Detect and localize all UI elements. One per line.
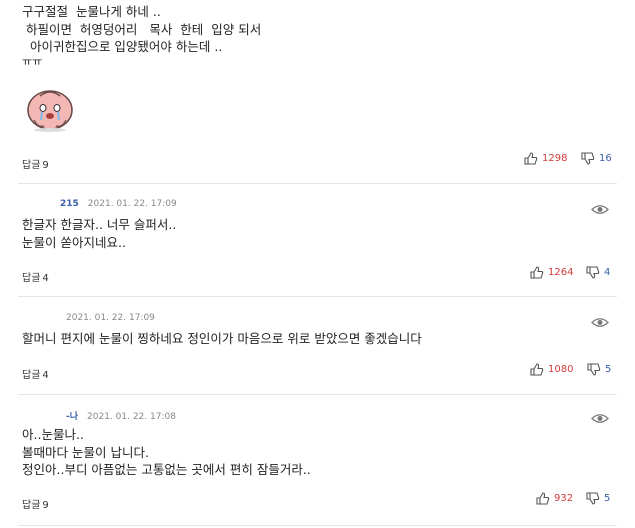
comment-4-line-2: 볼때마다 눈물이 납니다. — [22, 444, 149, 460]
reply-count: 4 — [42, 370, 49, 381]
thumbs-up-icon — [530, 363, 548, 376]
dislike-count: 16 — [599, 153, 612, 164]
comment-2-line-2: 눈물이 쏟아지네요.. — [22, 234, 126, 250]
thumbs-up-icon — [524, 152, 542, 165]
comment-1-line-3: 아이귀한집으로 입양됐어야 하는데 .. — [22, 39, 223, 54]
comment-2-dislike-button[interactable]: 4 — [586, 266, 610, 279]
like-count: 932 — [554, 493, 574, 504]
comment-3-reply-button[interactable]: 답글 4 — [22, 366, 49, 381]
thumbs-down-icon — [586, 266, 604, 279]
comment-4-line-3: 정인아..부디 아픔없는 고통없는 곳에서 편히 잠들거라.. — [22, 462, 311, 477]
comment-1-dislike-button[interactable]: 16 — [581, 152, 612, 165]
comment-3-line-1: 할머니 편지에 눈물이 찡하네요 정인이가 마음으로 위로 받았으면 좋겠습니다 — [22, 331, 422, 346]
comment-4-like-button[interactable]: 932 — [536, 492, 573, 505]
like-count: 1264 — [548, 267, 574, 278]
comment-3-time: 2021. 01. 22. 17:09 — [66, 313, 155, 323]
comment-2-like-button[interactable]: 1264 — [530, 266, 573, 279]
comment-3-meta: 2021. 01. 22. 17:09 — [57, 313, 155, 323]
eye-icon[interactable] — [591, 200, 609, 219]
divider — [18, 525, 617, 526]
thumbs-down-icon — [587, 363, 605, 376]
comment-1-text: 구구절절 눈물나게 하네 .. 하필이면 허영덩어리 목사 한테 입양 되서 아… — [22, 3, 261, 68]
reply-label: 답글 — [22, 500, 41, 511]
comment-1-line-1: 구구절절 눈물나게 하네 .. — [22, 4, 161, 19]
crying-peach-sticker-icon — [22, 82, 78, 134]
like-count: 1080 — [548, 364, 574, 375]
comment-3-dislike-button[interactable]: 5 — [587, 363, 611, 376]
comment-2-nickname[interactable]: 215 — [60, 199, 79, 209]
reply-label: 답글 — [22, 273, 41, 284]
comment-1: 구구절절 눈물나게 하네 .. 하필이면 허영덩어리 목사 한테 입양 되서 아… — [0, 0, 635, 180]
thumbs-down-icon — [586, 492, 604, 505]
comment-1-reply-button[interactable]: 답글 9 — [22, 156, 49, 171]
comment-2-time: 2021. 01. 22. 17:09 — [87, 199, 177, 209]
comment-4-reply-button[interactable]: 답글 9 — [22, 496, 49, 511]
like-count: 1298 — [542, 153, 568, 164]
comment-3-text: 할머니 편지에 눈물이 찡하네요 정인이가 마음으로 위로 받았으면 좋겠습니다 — [22, 330, 422, 348]
comment-1-line-4: ㅠㅠ — [22, 54, 43, 68]
comment-3-like-button[interactable]: 1080 — [530, 363, 573, 376]
comment-4-meta: -나 2021. 01. 22. 17:08 — [66, 409, 176, 422]
reply-label: 답글 — [22, 370, 41, 381]
dislike-count: 5 — [605, 364, 612, 375]
dislike-count: 5 — [604, 493, 611, 504]
comment-4-time: 2021. 01. 22. 17:08 — [87, 412, 176, 422]
comment-4-text: 아..눈물나.. 볼때마다 눈물이 납니다. 정인아..부디 아픔없는 고통없는… — [22, 426, 311, 479]
comment-3: 2021. 01. 22. 17:09 할머니 편지에 눈물이 찡하네요 정인이… — [0, 297, 635, 394]
comment-2-meta: 215 2021. 01. 22. 17:09 — [60, 199, 177, 209]
comment-2-reply-button[interactable]: 답글 4 — [22, 269, 49, 284]
comment-2-text: 한글자 한글자.. 너무 슬퍼서.. 눈물이 쏟아지네요.. — [22, 216, 176, 251]
comment-2-line-1: 한글자 한글자.. 너무 슬퍼서.. — [22, 217, 177, 232]
eye-icon[interactable] — [591, 313, 609, 332]
thumbs-up-icon — [530, 266, 548, 279]
reply-count: 9 — [42, 160, 49, 171]
reply-count: 4 — [42, 273, 49, 284]
comment-1-like-button[interactable]: 1298 — [524, 152, 567, 165]
comment-4-nickname[interactable]: -나 — [66, 412, 78, 422]
comment-4: -나 2021. 01. 22. 17:08 아..눈물나.. 볼때마다 눈물이 … — [0, 395, 635, 528]
comment-2: 215 2021. 01. 22. 17:09 한글자 한글자.. 너무 슬퍼서.… — [0, 184, 635, 296]
reply-label: 답글 — [22, 160, 41, 171]
reply-count: 9 — [42, 500, 49, 511]
thumbs-up-icon — [536, 492, 554, 505]
comment-4-dislike-button[interactable]: 5 — [586, 492, 610, 505]
dislike-count: 4 — [604, 267, 611, 278]
comment-1-line-2: 하필이면 허영덩어리 목사 한테 입양 되서 — [22, 21, 262, 37]
eye-icon[interactable] — [591, 409, 609, 428]
comment-4-line-1: 아..눈물나.. — [22, 427, 84, 442]
thumbs-down-icon — [581, 152, 599, 165]
